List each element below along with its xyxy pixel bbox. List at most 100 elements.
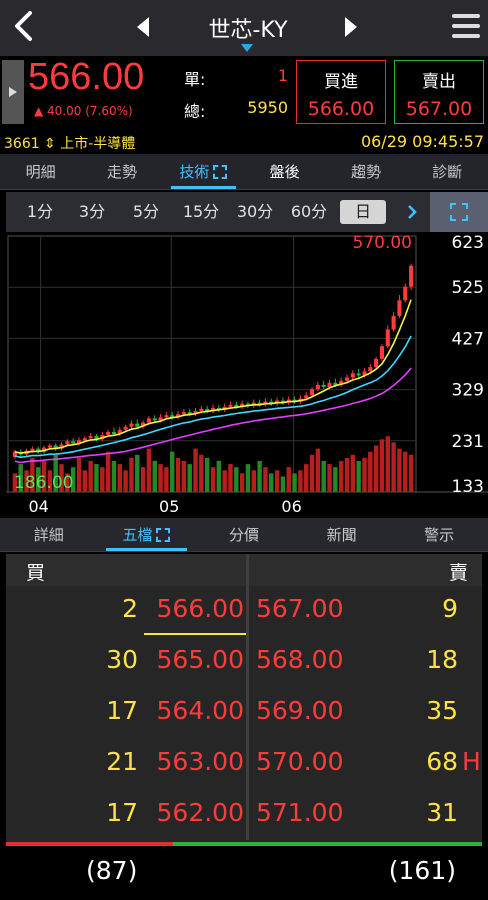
- volume-bar: [315, 448, 321, 492]
- low-price-label: 186.00: [14, 473, 73, 493]
- candle-body: [164, 415, 169, 418]
- volume-bar: [187, 464, 192, 492]
- order-book-row[interactable]: 21 563.00 570.00 68 H: [6, 737, 482, 788]
- volume-bar: [286, 467, 291, 492]
- tab-label: 詳細: [33, 526, 64, 544]
- volume-bar: [333, 467, 338, 492]
- volume-bar: [181, 461, 187, 492]
- sell-column-header: 賣: [448, 562, 468, 584]
- tab-news[interactable]: 新聞: [293, 518, 391, 551]
- order-book-row[interactable]: 17 564.00 569.00 35: [6, 686, 482, 737]
- tab-label: 分價: [228, 526, 259, 544]
- candle-body: [82, 438, 87, 441]
- candle-body: [65, 441, 70, 445]
- candle-body: [379, 346, 384, 359]
- bid-quantity: 21: [106, 747, 138, 776]
- technical-chart[interactable]: 623 525 427 329 231 133 04 05 06 570.00 186.00: [6, 232, 488, 518]
- volume-bar: [140, 467, 146, 492]
- tab-label: 明細: [25, 163, 56, 181]
- volume-bar: [129, 457, 134, 492]
- candle-body: [228, 404, 233, 407]
- volume-bar: [135, 454, 140, 492]
- volume-bar: [94, 464, 99, 492]
- next-stock-icon[interactable]: [336, 10, 366, 44]
- volume-bar: [204, 457, 210, 492]
- ask-price: 568.00: [256, 645, 344, 674]
- chart-fullscreen-button[interactable]: [430, 192, 488, 232]
- tab-alerts[interactable]: 警示: [390, 518, 488, 551]
- tab-trend[interactable]: 走勢: [81, 154, 162, 189]
- volume-bar: [251, 470, 256, 492]
- period-5min[interactable]: 5分: [126, 200, 166, 224]
- period-3min[interactable]: 3分: [72, 200, 112, 224]
- period-15min[interactable]: 15分: [178, 200, 224, 224]
- y-tick-label: 231: [452, 432, 484, 452]
- tab-label: 趨勢: [350, 163, 381, 181]
- volume-bar: [88, 461, 93, 492]
- plot-frame: [7, 235, 417, 493]
- volume-bar: [170, 451, 175, 492]
- volume-bar: [397, 448, 402, 492]
- ask-quantity: 18: [426, 645, 458, 674]
- tab-after-hours[interactable]: 盤後: [244, 154, 325, 189]
- period-1min[interactable]: 1分: [20, 200, 60, 224]
- ask-price: 571.00: [256, 798, 344, 827]
- fullscreen-icon: [213, 164, 228, 179]
- tab-label: 技術: [179, 163, 210, 181]
- candle-body: [374, 358, 379, 368]
- total-volume-label: 總:: [184, 102, 206, 121]
- candlestick-chart: 623 525 427 329 231 133 04 05 06 570.00 186.00: [6, 233, 488, 516]
- volume-bar: [228, 464, 233, 492]
- period-daily[interactable]: 日: [340, 200, 386, 224]
- stock-name[interactable]: 世芯-KY: [170, 12, 326, 44]
- buy-button[interactable]: 買進 566.00: [296, 60, 386, 124]
- tab-five-levels[interactable]: 五檔: [98, 518, 196, 551]
- order-book-row[interactable]: 17 562.00 571.00 31: [6, 788, 482, 839]
- info-line: 3661 ⇕ 上市-半導體 06/29 09:45:57: [0, 130, 488, 154]
- period-30min[interactable]: 30分: [232, 200, 278, 224]
- volume-bar: [309, 454, 315, 492]
- back-chevron-icon[interactable]: [6, 6, 42, 46]
- volume-bar: [216, 461, 222, 492]
- moving-average-line: [14, 335, 412, 459]
- candle-body: [310, 389, 315, 396]
- candle-body: [146, 418, 151, 423]
- tab-price-distribution[interactable]: 分價: [195, 518, 293, 551]
- fullscreen-icon: [156, 527, 171, 542]
- candle-body: [350, 373, 355, 378]
- volume-bar: [292, 473, 297, 492]
- candle-body: [403, 286, 408, 301]
- hamburger-menu-icon[interactable]: [450, 10, 482, 44]
- chevron-right-icon[interactable]: [400, 200, 424, 224]
- tab-label: 盤後: [269, 163, 300, 181]
- volume-bar: [338, 461, 344, 492]
- tab-label: 警示: [424, 526, 455, 544]
- volume-bar: [257, 461, 262, 492]
- sell-button[interactable]: 賣出 567.00: [394, 60, 484, 124]
- buy-sell-ratio-bar: [6, 842, 482, 846]
- tab-tendency[interactable]: 趨勢: [325, 154, 406, 189]
- single-volume-label: 單:: [184, 70, 206, 89]
- order-book-row[interactable]: 30 565.00 568.00 18: [6, 635, 482, 686]
- tab-diagnosis[interactable]: 診斷: [407, 154, 488, 189]
- ask-price: 569.00: [256, 696, 344, 725]
- prev-stock-icon[interactable]: [128, 10, 158, 44]
- volume-bar: [193, 448, 198, 492]
- order-book-row[interactable]: 2 566.00 567.00 9: [6, 584, 482, 635]
- volume-bar: [350, 454, 356, 492]
- volume-bar: [164, 467, 169, 492]
- volume-bar: [321, 461, 326, 492]
- volume-bar: [403, 451, 408, 492]
- tab-details[interactable]: 明細: [0, 154, 81, 189]
- x-tick-label: 05: [159, 497, 179, 516]
- tab-technical[interactable]: 技術: [163, 154, 244, 189]
- sell-button-label: 賣出: [422, 72, 456, 92]
- period-60min[interactable]: 60分: [286, 200, 332, 224]
- tab-detail-info[interactable]: 詳細: [0, 518, 98, 551]
- side-panel-toggle[interactable]: [2, 60, 24, 124]
- candle-body: [111, 431, 116, 435]
- volume-bar: [362, 457, 367, 492]
- bid-quantity: 2: [122, 594, 138, 623]
- dropdown-caret-icon: [241, 44, 253, 52]
- tab-label: 新聞: [326, 526, 357, 544]
